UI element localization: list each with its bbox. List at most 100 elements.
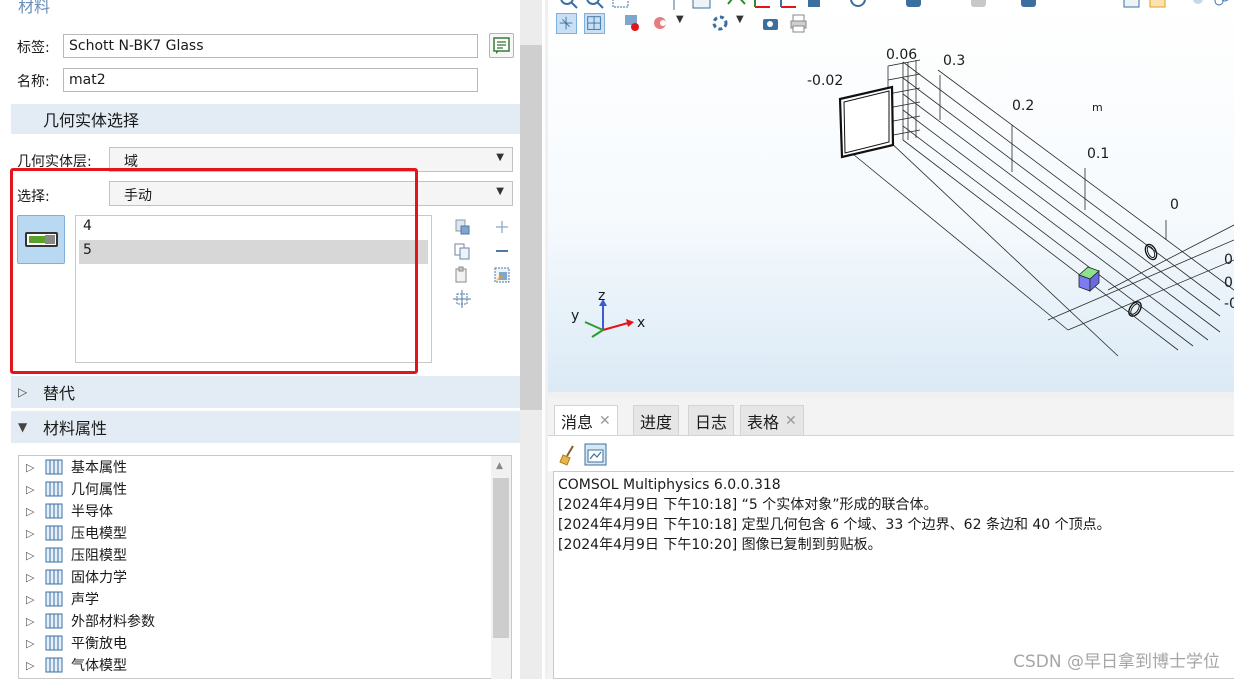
expand-icon[interactable]: ▷ bbox=[26, 483, 35, 496]
edit-label-button[interactable] bbox=[489, 33, 514, 58]
tab-table[interactable]: 表格 ✕ bbox=[740, 405, 804, 435]
expand-icon[interactable]: ▷ bbox=[26, 461, 35, 474]
add-to-selection-icon[interactable] bbox=[493, 218, 511, 236]
tree-item-label: 声学 bbox=[71, 592, 99, 608]
dropdown-arrow-icon: ▼ bbox=[496, 152, 504, 163]
expand-icon[interactable]: ▷ bbox=[26, 505, 35, 518]
close-icon[interactable]: ✕ bbox=[785, 413, 797, 429]
tree-item[interactable]: ▷ 压阻模型 bbox=[19, 544, 127, 566]
clear-selection-icon[interactable] bbox=[453, 266, 471, 284]
tree-item-label: 压阻模型 bbox=[71, 548, 127, 564]
tab-label: 消息 bbox=[561, 412, 594, 432]
geometry-selection-header[interactable]: 几何实体选择 bbox=[11, 104, 520, 134]
axis-tick-label: 0 bbox=[1224, 252, 1233, 268]
label-edit-icon bbox=[493, 37, 510, 54]
collapse-icon: ▼ bbox=[18, 420, 28, 434]
graphics-window[interactable]: ▼ ▼ -0.02 0.06 0.3 0.2 m 0.1 0 0 0 -0 z … bbox=[548, 0, 1234, 392]
override-header-label: 替代 bbox=[43, 384, 76, 403]
watermark: CSDN @早日拿到博士学位 bbox=[1013, 652, 1220, 672]
scroll-up-icon[interactable]: ▲ bbox=[496, 461, 503, 471]
tree-item[interactable]: ▷ 压电模型 bbox=[19, 522, 127, 544]
ring-object-lower[interactable] bbox=[1126, 300, 1143, 319]
tree-item[interactable]: ▷ 外部材料参数 bbox=[19, 610, 155, 632]
message-line: [2024年4月9日 下午10:20] 图像已复制到剪贴板。 bbox=[558, 537, 882, 553]
property-table-icon bbox=[45, 547, 63, 563]
settings-scrollbar-thumb[interactable] bbox=[520, 45, 542, 410]
axis-tick-label: -0.02 bbox=[807, 73, 843, 89]
3d-scene[interactable]: -0.02 0.06 0.3 0.2 m 0.1 0 0 0 -0 z x y bbox=[548, 0, 1234, 392]
axis-unit-label: m bbox=[1092, 101, 1103, 114]
property-table-icon bbox=[45, 657, 63, 673]
tree-item[interactable]: ▷ 半导体 bbox=[19, 500, 113, 522]
label-field[interactable]: Schott N-BK7 Glass bbox=[63, 34, 478, 58]
message-line: [2024年4月9日 下午10:18] 定型几何包含 6 个域、33 个边界、6… bbox=[558, 517, 1111, 533]
expand-icon: ▷ bbox=[18, 385, 28, 399]
expand-icon[interactable]: ▷ bbox=[26, 637, 35, 650]
name-caption: 名称: bbox=[17, 74, 50, 90]
name-field[interactable]: mat2 bbox=[63, 68, 478, 92]
axis-tick-label: -0 bbox=[1224, 296, 1234, 312]
axis-tick-label: 0.06 bbox=[886, 47, 917, 63]
create-selection-icon[interactable] bbox=[493, 266, 511, 284]
property-table-icon bbox=[45, 503, 63, 519]
paste-selection-icon[interactable] bbox=[453, 218, 471, 236]
expand-icon[interactable]: ▷ bbox=[26, 659, 35, 672]
tree-item-label: 基本属性 bbox=[71, 460, 127, 476]
tree-scrollbar-thumb[interactable] bbox=[493, 478, 509, 638]
axis-tick-label: 0.3 bbox=[943, 53, 965, 69]
messages-panel: 消息 ✕ 进度 日志 表格 ✕ COMSOL Multiphysics 6.0.… bbox=[548, 398, 1234, 679]
geometry-header-label: 几何实体选择 bbox=[43, 111, 140, 130]
expand-icon[interactable]: ▷ bbox=[26, 593, 35, 606]
tab-label: 表格 bbox=[747, 412, 780, 432]
material-properties-tree[interactable]: ▷ 基本属性 ▷ 几何属性 ▷ 半导体 ▷ 压电模型 ▷ 压阻模型 ▷ 固体力学 ▷ 声学 ▷ 外部材料参数 ▷… bbox=[18, 455, 512, 679]
message-line: [2024年4月9日 下午10:18] “5 个实体对象”形成的联合体。 bbox=[558, 497, 938, 513]
expand-icon[interactable]: ▷ bbox=[26, 549, 35, 562]
clear-broom-icon[interactable] bbox=[558, 444, 578, 466]
settings-panel: 材料 标签: Schott N-BK7 Glass 名称: mat2 几何实体选… bbox=[0, 0, 545, 679]
property-table-icon bbox=[45, 569, 63, 585]
tab-log[interactable]: 日志 bbox=[688, 405, 735, 435]
tree-item-label: 气体模型 bbox=[71, 658, 127, 674]
triad-z-label: z bbox=[598, 288, 605, 304]
tree-item[interactable]: ▷ 固体力学 bbox=[19, 566, 127, 588]
expand-icon[interactable]: ▷ bbox=[26, 527, 35, 540]
copy-selection-icon[interactable] bbox=[453, 242, 471, 260]
tab-label: 日志 bbox=[695, 412, 728, 432]
override-header[interactable]: ▷ 替代 bbox=[11, 376, 520, 408]
message-line: COMSOL Multiphysics 6.0.0.318 bbox=[558, 477, 781, 493]
domain-square-shape[interactable] bbox=[838, 85, 895, 159]
axis-tick-label: 0 bbox=[1170, 197, 1179, 213]
property-table-icon bbox=[45, 481, 63, 497]
tree-item-label: 平衡放电 bbox=[71, 636, 127, 652]
tree-item-label: 压电模型 bbox=[71, 526, 127, 542]
material-properties-header[interactable]: ▼ 材料属性 bbox=[11, 411, 520, 443]
tree-scrollbar[interactable]: ▲ bbox=[491, 456, 511, 679]
tree-item[interactable]: ▷ 气体模型 bbox=[19, 654, 127, 676]
remove-from-selection-icon[interactable] bbox=[493, 242, 511, 260]
tree-item[interactable]: ▷ 声学 bbox=[19, 588, 99, 610]
triad-x-label: x bbox=[637, 315, 645, 331]
close-icon[interactable]: ✕ bbox=[599, 413, 611, 429]
zoom-to-selection-icon[interactable] bbox=[453, 290, 471, 308]
tree-item[interactable]: ▷ 几何属性 bbox=[19, 478, 127, 500]
tree-item[interactable]: ▷ 基本属性 bbox=[19, 456, 127, 478]
tab-progress[interactable]: 进度 bbox=[633, 405, 680, 435]
expand-icon[interactable]: ▷ bbox=[26, 615, 35, 628]
axis-triad: z x y bbox=[571, 288, 645, 338]
tree-item-label: 固体力学 bbox=[71, 570, 127, 586]
tab-messages[interactable]: 消息 ✕ bbox=[554, 405, 618, 435]
settings-scrollbar[interactable] bbox=[520, 0, 542, 679]
message-window-icon[interactable] bbox=[584, 443, 607, 466]
triad-y-label: y bbox=[571, 308, 579, 324]
label-caption: 标签: bbox=[17, 40, 50, 56]
tree-item[interactable]: ▷ 平衡放电 bbox=[19, 632, 127, 654]
highlight-annotation bbox=[10, 168, 418, 374]
expand-icon[interactable]: ▷ bbox=[26, 571, 35, 584]
messages-toolbar bbox=[548, 435, 1234, 471]
axis-tick-label: 0.1 bbox=[1087, 146, 1109, 162]
dropdown-arrow-icon: ▼ bbox=[496, 186, 504, 197]
ring-object-upper[interactable] bbox=[1143, 243, 1159, 262]
axis-tick-label: 0 bbox=[1224, 275, 1233, 291]
tree-item-label: 几何属性 bbox=[71, 482, 127, 498]
property-table-icon bbox=[45, 459, 63, 475]
